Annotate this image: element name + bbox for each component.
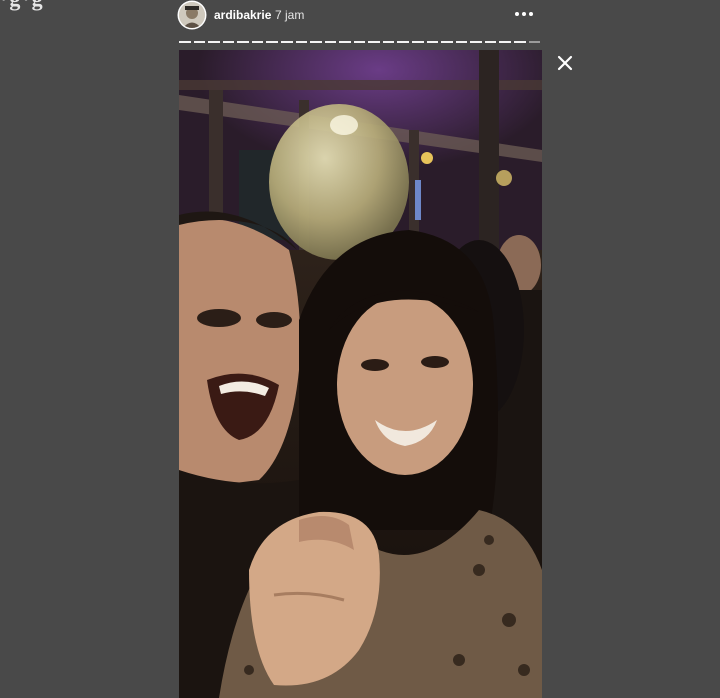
progress-segment [382, 41, 395, 43]
progress-segment [397, 41, 409, 43]
avatar[interactable] [179, 2, 205, 28]
progress-segment [368, 41, 380, 43]
close-button[interactable] [554, 52, 576, 74]
brand-logo-fragment: ·g·g [0, 0, 45, 12]
progress-segment [528, 41, 541, 43]
close-icon [557, 55, 573, 71]
progress-segment [441, 41, 453, 43]
progress-segment [237, 41, 249, 43]
story-media[interactable] [179, 50, 542, 698]
progress-segment [280, 41, 293, 43]
more-horizontal-icon [515, 12, 533, 16]
progress-segment [513, 41, 526, 43]
progress-segment [324, 41, 337, 43]
progress-segment [426, 41, 439, 43]
progress-segment [470, 41, 482, 43]
progress-segment [310, 41, 322, 43]
progress-segment [499, 41, 511, 43]
progress-segment [179, 41, 191, 43]
progress-segment [193, 41, 206, 43]
progress-segment [251, 41, 264, 43]
story-photo [179, 50, 542, 698]
progress-segment [222, 41, 235, 43]
progress-segment [295, 41, 308, 43]
story-header: ardibakrie 7 jam [179, 0, 540, 30]
story-timestamp: 7 jam [275, 8, 305, 22]
progress-segment [412, 41, 424, 43]
story-username[interactable]: ardibakrie [214, 8, 271, 22]
story-progress-bar [179, 41, 541, 43]
progress-segment [484, 41, 497, 43]
progress-segment [455, 41, 468, 43]
progress-segment [339, 41, 351, 43]
progress-segment [208, 41, 220, 43]
avatar-image [179, 2, 205, 28]
progress-segment [353, 41, 366, 43]
progress-segment [266, 41, 278, 43]
more-options-button[interactable] [513, 6, 535, 22]
